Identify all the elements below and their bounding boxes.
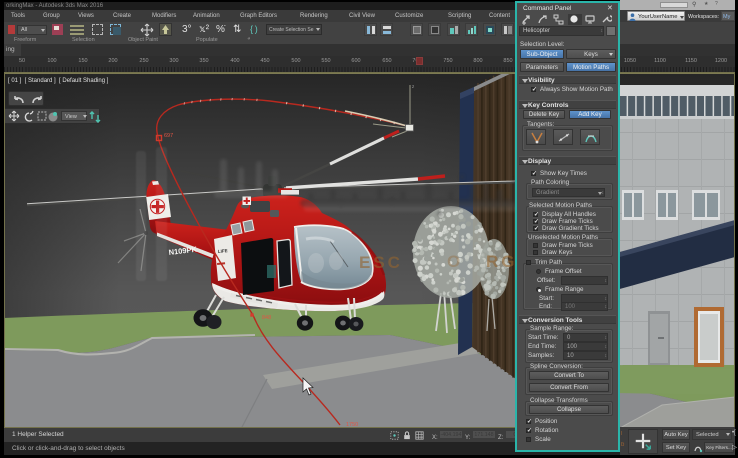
svg-text:LIFE: LIFE	[218, 248, 228, 254]
svg-text:697: 697	[164, 133, 173, 139]
svg-text:ESC: ESC	[359, 253, 403, 272]
svg-text:O: O	[447, 252, 474, 271]
svg-text:RG: RG	[486, 252, 518, 271]
svg-text:848: 848	[262, 315, 271, 321]
